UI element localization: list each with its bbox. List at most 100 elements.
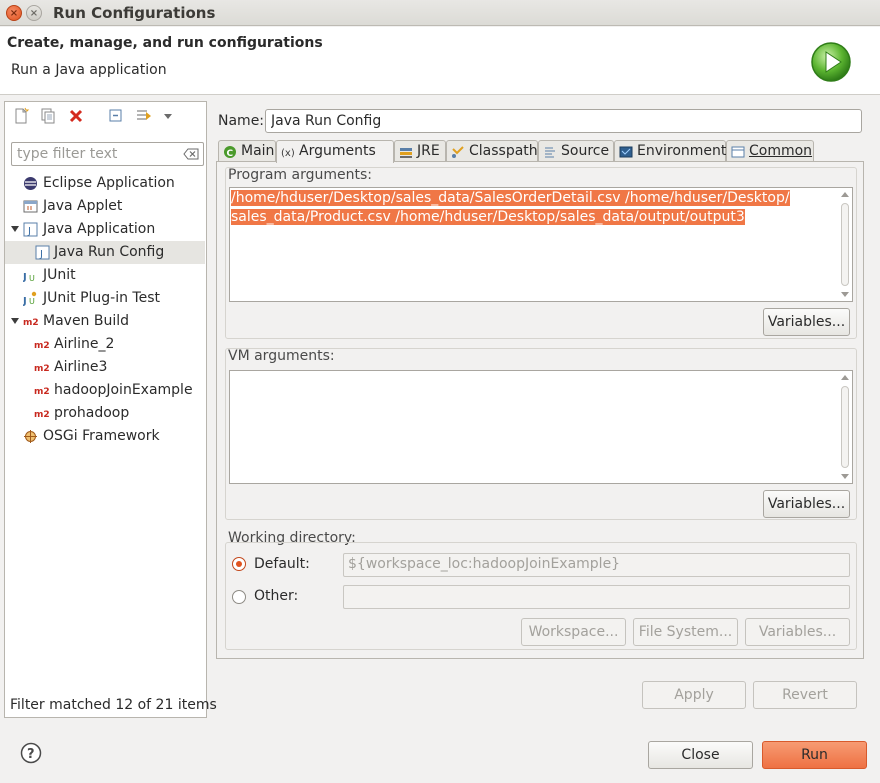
tab-source[interactable]: Source	[538, 140, 614, 162]
header-banner: Create, manage, and run configurations R…	[0, 27, 880, 95]
tree-item-label: prohadoop	[54, 405, 130, 421]
svg-text:m2: m2	[34, 387, 49, 397]
junit-plugin-icon: J U	[23, 291, 37, 306]
run-button[interactable]: Run	[762, 741, 867, 769]
collapse-all-icon[interactable]	[107, 107, 125, 125]
jre-tab-icon	[400, 148, 412, 158]
junit-icon: J U	[23, 272, 35, 283]
config-name-field[interactable]	[265, 109, 862, 133]
tree-item-label: Java Application	[43, 221, 156, 237]
banner-subtitle: Run a Java application	[11, 62, 167, 78]
main-tab-icon: C	[224, 146, 236, 159]
name-label: Name:	[218, 113, 265, 129]
duplicate-config-icon[interactable]	[39, 107, 57, 125]
tree-item-label: Java Applet	[43, 198, 123, 214]
filter-input[interactable]: type filter text	[11, 142, 204, 166]
tree-item-label: Airline_2	[54, 336, 115, 352]
program-variables-button[interactable]: Variables...	[763, 308, 850, 336]
svg-text:J: J	[23, 296, 27, 306]
filter-status-text: Filter matched 12 of 21 items	[10, 697, 217, 713]
tab-label: Main	[241, 143, 275, 159]
tree-item-label: Java Run Config	[54, 244, 165, 260]
tab-main[interactable]: C Main	[218, 140, 276, 162]
banner-title: Create, manage, and run configurations	[7, 35, 323, 51]
other-radio[interactable]	[232, 590, 246, 604]
other-label: Other:	[254, 588, 299, 604]
maven-icon: m2	[34, 364, 49, 374]
maven-icon: m2	[23, 318, 38, 328]
common-tab-icon	[731, 146, 745, 158]
window-title: Run Configurations	[53, 4, 216, 22]
arguments-tab-icon: (x)=	[281, 148, 295, 159]
vm-arguments-textarea[interactable]	[229, 370, 853, 484]
tree-item-label: Eclipse Application	[43, 175, 175, 191]
close-button[interactable]: Close	[648, 741, 753, 769]
svg-text:m2: m2	[34, 364, 49, 374]
other-directory-field	[343, 585, 850, 609]
tree-item-label: Airline3	[54, 359, 108, 375]
svg-text:U: U	[29, 297, 35, 306]
delete-config-icon[interactable]	[67, 107, 85, 125]
program-arguments-text: /home/hduser/Desktop/sales_data/SalesOrd…	[231, 190, 790, 225]
svg-text:J: J	[23, 272, 27, 283]
source-tab-icon	[545, 147, 555, 158]
toolbar-menu-chevron-icon[interactable]	[164, 114, 172, 119]
java-app-icon: J	[23, 222, 38, 237]
tab-label: Arguments	[299, 143, 376, 159]
tree-item-label: JUnit Plug-in Test	[43, 290, 161, 306]
default-radio[interactable]	[232, 557, 246, 571]
filter-config-icon[interactable]	[135, 107, 153, 125]
svg-text:(x)=: (x)=	[281, 148, 295, 159]
tree-item-label: OSGi Framework	[43, 428, 160, 444]
workspace-button[interactable]: Workspace...	[521, 618, 626, 646]
svg-text:C: C	[227, 149, 234, 159]
svg-text:m2: m2	[34, 341, 49, 351]
revert-button[interactable]: Revert	[753, 681, 857, 709]
vm-arguments-scrollbar[interactable]	[839, 372, 851, 482]
java-config-icon: J	[35, 245, 50, 260]
svg-text:?: ?	[27, 747, 35, 762]
vm-arguments-label: VM arguments:	[228, 348, 335, 364]
expanded-arrow-icon[interactable]	[11, 226, 19, 232]
environment-tab-icon	[619, 146, 633, 158]
tab-label: Environment	[637, 143, 727, 159]
new-config-icon[interactable]	[12, 107, 30, 125]
working-variables-button[interactable]: Variables...	[745, 618, 850, 646]
tab-label: Common	[749, 143, 813, 159]
tab-label: JRE	[417, 143, 440, 159]
tab-label: Source	[561, 143, 610, 159]
clear-filter-icon[interactable]	[183, 148, 199, 160]
applet-icon	[23, 200, 38, 213]
svg-text:m2: m2	[23, 318, 38, 328]
expanded-arrow-icon[interactable]	[11, 318, 19, 324]
tab-label: Classpath	[469, 143, 538, 159]
vm-variables-button[interactable]: Variables...	[763, 490, 850, 518]
tab-environment[interactable]: Environment	[614, 140, 726, 162]
classpath-tab-icon	[452, 146, 464, 158]
tab-arguments[interactable]: (x)= Arguments	[276, 140, 394, 163]
window-close-button[interactable]: ×	[6, 5, 22, 21]
tree-item-label: JUnit	[43, 267, 76, 283]
tree-item-label: hadoopJoinExample	[54, 382, 193, 398]
apply-button[interactable]: Apply	[642, 681, 746, 709]
svg-text:U: U	[29, 274, 35, 283]
help-icon[interactable]: ?	[20, 742, 42, 764]
tab-classpath[interactable]: Classpath	[446, 140, 538, 162]
run-icon	[811, 42, 851, 82]
program-arguments-textarea[interactable]: /home/hduser/Desktop/sales_data/SalesOrd…	[229, 187, 853, 302]
file-system-button[interactable]: File System...	[633, 618, 738, 646]
tab-common[interactable]: Common	[726, 140, 814, 162]
filter-placeholder: type filter text	[17, 146, 118, 162]
maven-icon: m2	[34, 341, 49, 351]
svg-text:J: J	[27, 226, 31, 237]
maven-icon: m2	[34, 410, 49, 420]
tree-item-label: Maven Build	[43, 313, 130, 329]
window-minimize-button[interactable]: ×	[26, 5, 42, 21]
eclipse-icon	[24, 177, 37, 190]
default-directory-field: ${workspace_loc:hadoopJoinExample}	[343, 553, 850, 577]
osgi-icon	[24, 430, 37, 443]
tab-jre[interactable]: JRE	[394, 140, 446, 162]
program-arguments-scrollbar[interactable]	[839, 189, 851, 300]
tree-item-java-run-config[interactable]: J Java Run Config	[5, 241, 205, 264]
default-label: Default:	[254, 556, 310, 572]
